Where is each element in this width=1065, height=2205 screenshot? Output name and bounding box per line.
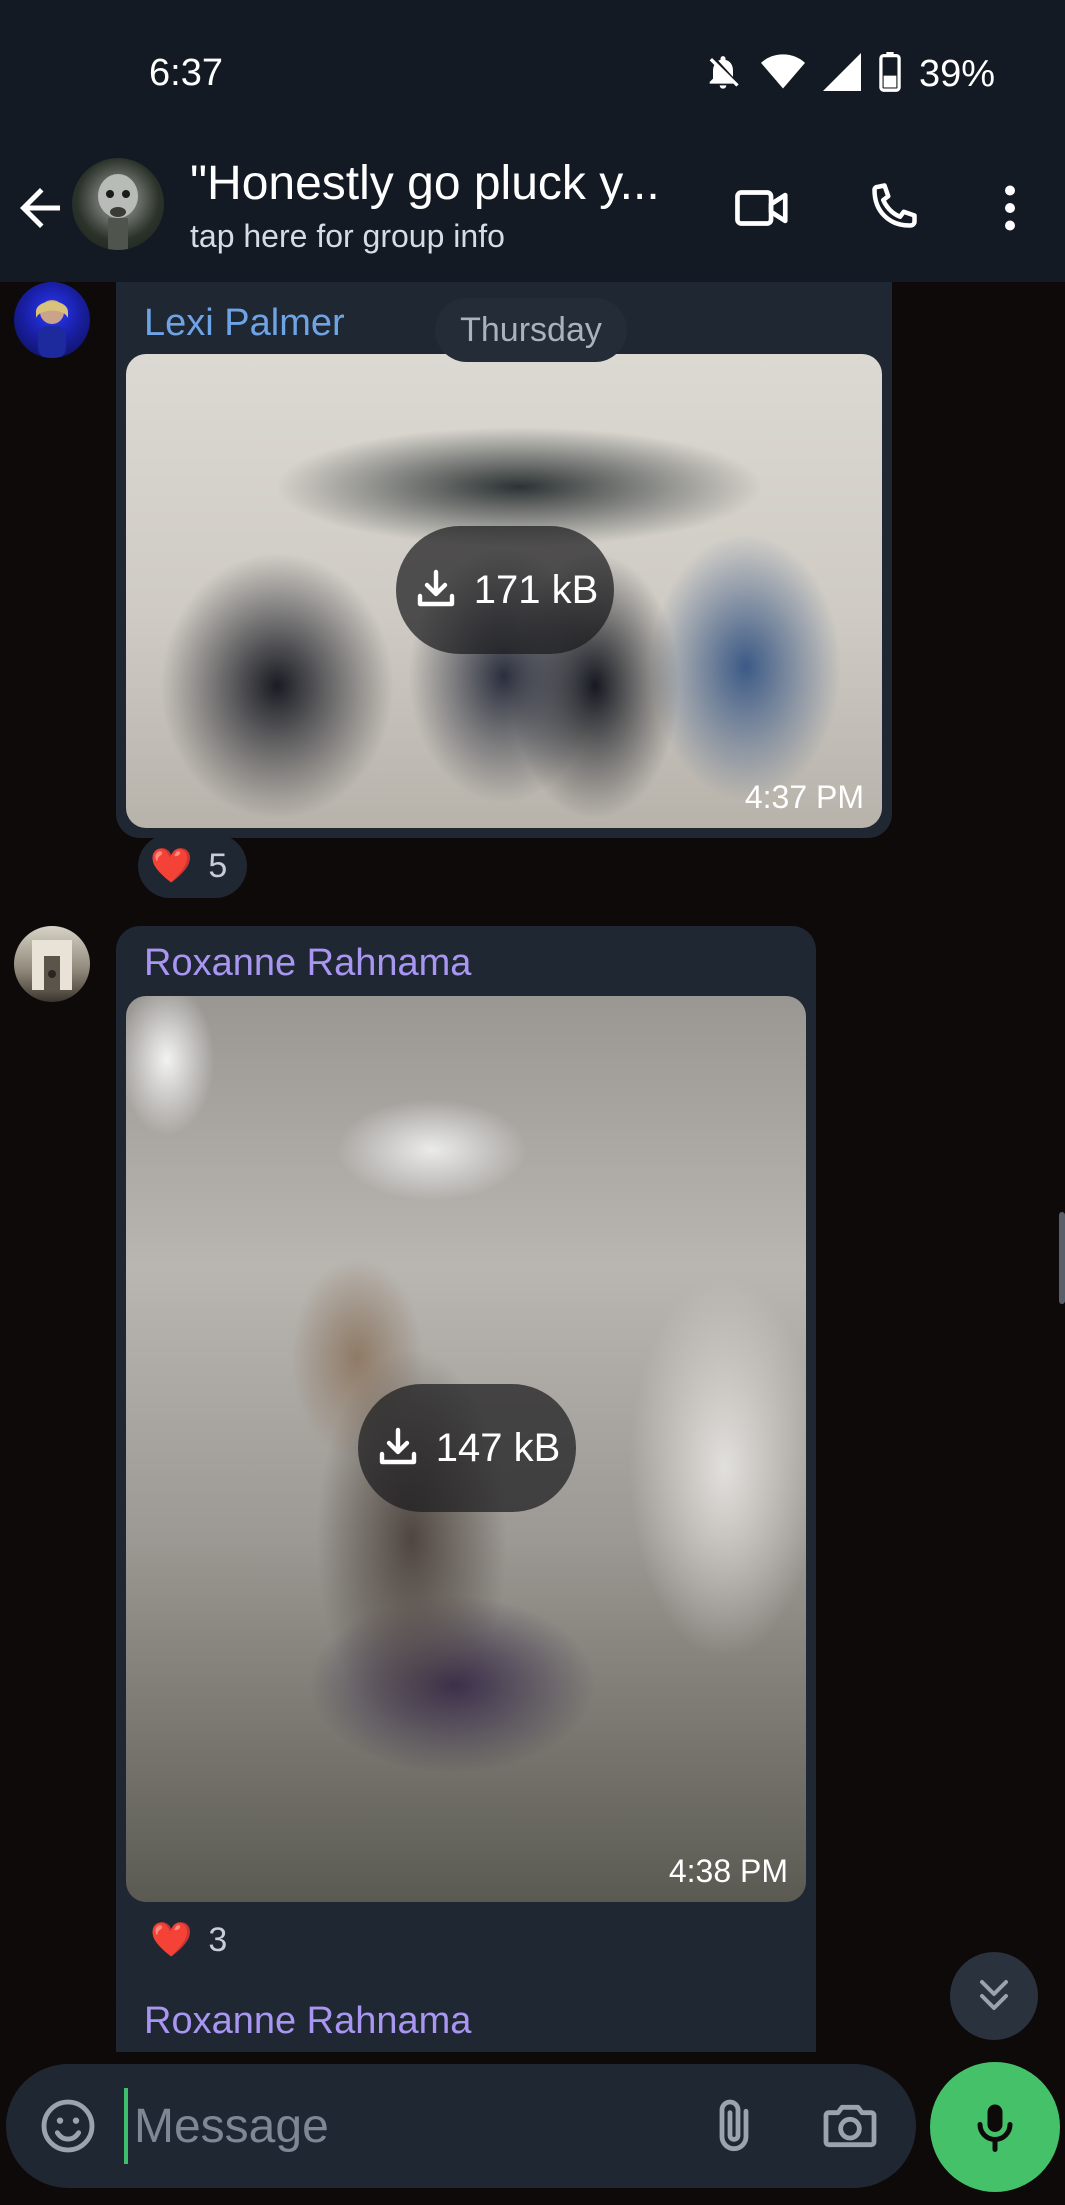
mic-icon bbox=[977, 2104, 1013, 2152]
download-icon bbox=[417, 569, 454, 607]
bell-off-icon bbox=[703, 52, 743, 97]
sender-avatar[interactable] bbox=[14, 282, 90, 358]
status-bar: 6:37 39% bbox=[0, 0, 1065, 136]
group-info-hint[interactable]: tap here for group info bbox=[190, 218, 505, 255]
status-icons: 39% bbox=[703, 52, 995, 97]
sender-name[interactable]: Roxanne Rahnama bbox=[144, 2000, 471, 2043]
file-size: 171 kB bbox=[473, 567, 599, 612]
more-vert-icon bbox=[1005, 185, 1015, 231]
message-time: 4:38 PM bbox=[668, 1853, 788, 1889]
photo-thumbnail[interactable]: 147 kB 4:38 PM bbox=[126, 996, 806, 1902]
reaction-chip[interactable]: ❤️ 5 bbox=[138, 834, 248, 898]
download-button[interactable]: 147 kB bbox=[358, 1384, 576, 1512]
signal-icon bbox=[822, 52, 861, 97]
photo-thumbnail[interactable]: 171 kB 4:37 PM bbox=[126, 354, 882, 828]
message-input[interactable] bbox=[124, 2088, 694, 2164]
message-time: 4:37 PM bbox=[744, 779, 864, 815]
chat-header[interactable]: "Honestly go pluck y... tap here for gro… bbox=[0, 136, 1065, 282]
more-options-button[interactable] bbox=[970, 168, 1050, 248]
reaction-chip[interactable]: ❤️ 3 bbox=[138, 1908, 248, 1972]
date-separator: Thursday bbox=[435, 298, 627, 362]
emoji-icon[interactable] bbox=[36, 2094, 100, 2163]
arrow-back-icon bbox=[20, 188, 60, 228]
group-title[interactable]: "Honestly go pluck y... bbox=[190, 156, 680, 211]
heart-icon: ❤️ bbox=[150, 847, 193, 885]
back-button[interactable] bbox=[10, 178, 70, 238]
voice-call-button[interactable] bbox=[852, 168, 932, 248]
file-size: 147 kB bbox=[435, 1425, 561, 1470]
scroll-to-bottom-button[interactable] bbox=[950, 1952, 1038, 2040]
heart-icon: ❤️ bbox=[150, 1921, 193, 1959]
composer-bar bbox=[0, 2052, 1065, 2205]
download-icon bbox=[379, 1427, 416, 1465]
battery-percent: 39% bbox=[918, 53, 995, 95]
status-time: 6:37 bbox=[149, 52, 223, 94]
message-list[interactable]: Lexi Palmer 171 kB 4:37 PM Thursday ❤️ 5… bbox=[0, 282, 1065, 2052]
message-bubble[interactable]: Lexi Palmer 171 kB 4:37 PM bbox=[116, 282, 892, 838]
sender-name[interactable]: Roxanne Rahnama bbox=[144, 942, 471, 985]
sender-name[interactable]: Lexi Palmer bbox=[144, 302, 345, 345]
video-call-button[interactable] bbox=[722, 168, 802, 248]
group-avatar[interactable] bbox=[72, 158, 164, 250]
video-call-icon bbox=[735, 190, 788, 226]
reaction-count: 3 bbox=[208, 1920, 228, 1959]
download-button[interactable]: 171 kB bbox=[396, 526, 614, 654]
attach-icon[interactable] bbox=[702, 2094, 766, 2163]
message-input-container[interactable] bbox=[6, 2064, 916, 2188]
message-bubble[interactable]: Roxanne Rahnama bbox=[116, 1986, 816, 2052]
sender-avatar[interactable] bbox=[14, 926, 90, 1002]
phone-icon bbox=[872, 183, 917, 228]
wifi-icon bbox=[760, 52, 805, 97]
camera-icon[interactable] bbox=[818, 2094, 882, 2163]
voice-record-button[interactable] bbox=[930, 2062, 1060, 2192]
reaction-count: 5 bbox=[208, 846, 228, 885]
scroll-indicator[interactable] bbox=[1059, 1212, 1065, 1304]
battery-icon bbox=[879, 52, 901, 97]
message-bubble[interactable]: Roxanne Rahnama 147 kB 4:38 PM bbox=[116, 926, 816, 2052]
double-chevron-down-icon bbox=[980, 1980, 1008, 2010]
